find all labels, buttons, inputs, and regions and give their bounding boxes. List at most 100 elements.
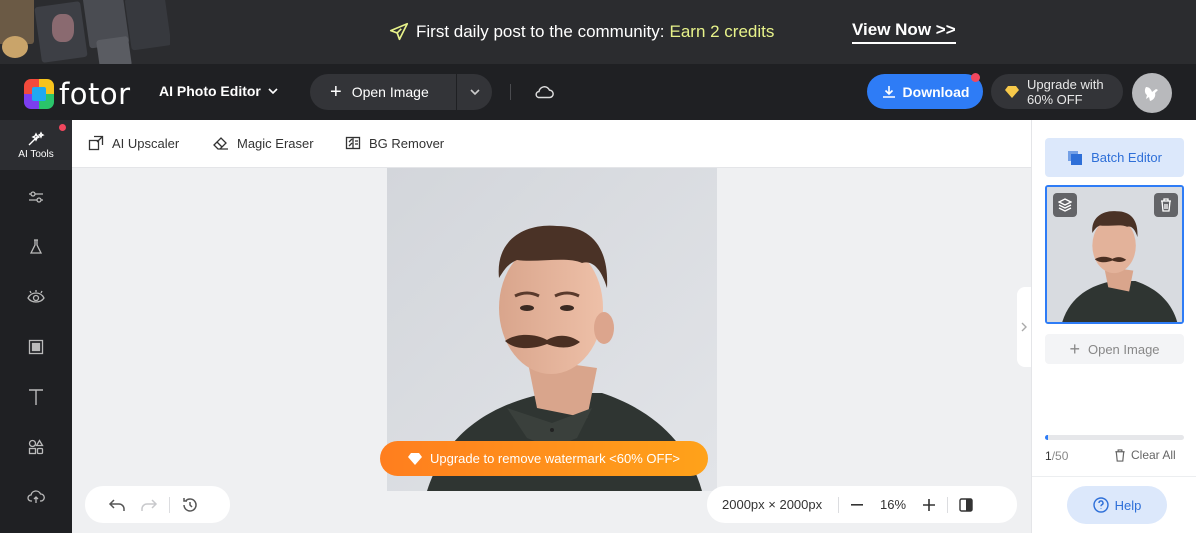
right-panel: Batch Editor + Open Image 1/50 Clear All bbox=[1031, 120, 1196, 533]
cloud-upload-icon bbox=[27, 490, 45, 503]
tool-label: BG Remover bbox=[369, 135, 445, 151]
fotor-logo-mark bbox=[24, 79, 54, 109]
cloud-icon[interactable] bbox=[533, 82, 555, 102]
batch-editor-label: Batch Editor bbox=[1091, 150, 1162, 165]
batch-progress-fill bbox=[1045, 435, 1048, 440]
editor-mode-dropdown[interactable]: AI Photo Editor bbox=[159, 83, 279, 99]
download-label: Download bbox=[902, 83, 970, 100]
chevron-right-icon bbox=[1021, 322, 1027, 332]
banner-highlight: Earn 2 credits bbox=[669, 22, 775, 41]
sidebar-item-beauty[interactable] bbox=[0, 222, 72, 272]
upgrade-label-line2: 60% OFF bbox=[1027, 91, 1083, 107]
banner-message: First daily post to the community: Earn … bbox=[388, 20, 774, 44]
clear-all-label: Clear All bbox=[1131, 448, 1176, 462]
bird-avatar-icon bbox=[1144, 87, 1158, 101]
help-icon bbox=[1092, 497, 1109, 513]
zoom-out-button[interactable] bbox=[839, 503, 875, 506]
top-navigation: fotor AI Photo Editor + Open Image Downl… bbox=[0, 64, 1196, 120]
image-count-total: /50 bbox=[1051, 449, 1069, 463]
user-avatar[interactable] bbox=[1132, 73, 1172, 113]
logo-text: fotor bbox=[59, 77, 131, 111]
compare-icon bbox=[959, 497, 973, 512]
view-now-link[interactable]: View Now >> bbox=[852, 20, 956, 44]
remove-watermark-button[interactable]: Upgrade to remove watermark <60% OFF> bbox=[380, 441, 708, 476]
batch-icon bbox=[1068, 150, 1083, 165]
trash-icon bbox=[1115, 448, 1125, 462]
plus-icon: + bbox=[1069, 338, 1080, 359]
layers-button[interactable] bbox=[1053, 193, 1077, 217]
banner-thumbnail-collage bbox=[0, 0, 170, 64]
trash-icon bbox=[1161, 198, 1171, 212]
sidebar-item-elements[interactable] bbox=[0, 422, 72, 472]
notification-dot bbox=[59, 124, 66, 131]
compare-button[interactable] bbox=[948, 497, 984, 512]
watermark-cta-label: Upgrade to remove watermark <60% OFF> bbox=[430, 451, 680, 466]
sidebar-item-label: AI Tools bbox=[18, 148, 54, 160]
help-button[interactable]: Help bbox=[1067, 486, 1167, 524]
elements-icon bbox=[28, 439, 44, 455]
batch-editor-button[interactable]: Batch Editor bbox=[1045, 138, 1184, 177]
chevron-down-icon bbox=[469, 89, 480, 96]
history-button[interactable] bbox=[174, 496, 206, 514]
left-sidebar: AI Tools bbox=[0, 120, 72, 533]
undo-icon bbox=[108, 498, 125, 511]
divider bbox=[169, 496, 170, 513]
plus-icon: + bbox=[330, 80, 342, 103]
upgrade-label-line1: Upgrade with bbox=[1027, 76, 1104, 92]
upgrade-label: Upgrade with 60% OFF bbox=[1027, 77, 1104, 107]
ai-toolbar: AI Upscaler Magic Eraser BG Remover bbox=[72, 120, 1031, 168]
zoom-controls: 2000px × 2000px 16% bbox=[707, 486, 1017, 523]
tool-label: AI Upscaler bbox=[112, 135, 180, 151]
banner-text: First daily post to the community: bbox=[416, 22, 665, 41]
add-image-button[interactable]: + Open Image bbox=[1045, 334, 1184, 364]
sidebar-item-text[interactable] bbox=[0, 372, 72, 422]
adjust-sliders-icon bbox=[29, 191, 43, 203]
download-icon bbox=[882, 85, 895, 98]
open-image-button[interactable]: + Open Image bbox=[310, 74, 456, 110]
download-button[interactable]: Download bbox=[867, 74, 983, 109]
zoom-in-button[interactable] bbox=[911, 498, 947, 511]
upscale-icon bbox=[88, 135, 104, 151]
eraser-icon bbox=[213, 137, 228, 150]
ai-tools-icon bbox=[28, 130, 45, 145]
bg-remover-icon bbox=[345, 136, 361, 150]
divider bbox=[1032, 476, 1196, 477]
magic-eraser-button[interactable]: Magic Eraser bbox=[212, 135, 314, 151]
layers-icon bbox=[1058, 198, 1072, 212]
history-controls bbox=[85, 486, 230, 523]
ai-upscaler-button[interactable]: AI Upscaler bbox=[88, 135, 179, 151]
chevron-down-icon bbox=[268, 88, 278, 95]
batch-progress-bar bbox=[1045, 435, 1184, 440]
bg-remover-button[interactable]: BG Remover bbox=[345, 135, 444, 151]
sidebar-item-upload[interactable] bbox=[0, 472, 72, 522]
delete-thumbnail-button[interactable] bbox=[1154, 193, 1178, 217]
image-dimensions: 2000px × 2000px bbox=[722, 497, 823, 512]
paper-plane-icon bbox=[389, 22, 409, 41]
plus-icon bbox=[923, 498, 935, 511]
image-thumbnail[interactable] bbox=[1045, 185, 1184, 324]
frame-icon bbox=[28, 339, 44, 355]
text-icon bbox=[29, 389, 43, 405]
add-image-label: Open Image bbox=[1087, 341, 1160, 357]
upgrade-button[interactable]: Upgrade with 60% OFF bbox=[991, 74, 1123, 109]
redo-button[interactable] bbox=[133, 497, 165, 513]
notification-dot bbox=[971, 73, 980, 82]
collapse-right-panel-button[interactable] bbox=[1017, 287, 1031, 367]
beauty-flask-icon bbox=[29, 239, 43, 254]
sidebar-item-eye[interactable] bbox=[0, 272, 72, 322]
history-clock-icon bbox=[183, 497, 197, 512]
promo-banner: First daily post to the community: Earn … bbox=[0, 0, 1196, 64]
sidebar-item-adjust[interactable] bbox=[0, 172, 72, 222]
clear-all-button[interactable]: Clear All bbox=[1114, 448, 1176, 462]
diamond-icon bbox=[1005, 85, 1019, 98]
open-image-label: Open Image bbox=[351, 84, 429, 100]
undo-button[interactable] bbox=[101, 497, 133, 513]
open-image-group: + Open Image bbox=[310, 74, 492, 110]
zoom-level: 16% bbox=[879, 497, 907, 512]
open-image-dropdown[interactable] bbox=[457, 74, 492, 110]
divider bbox=[510, 84, 511, 100]
editor-mode-label: AI Photo Editor bbox=[159, 83, 261, 99]
redo-icon bbox=[141, 498, 158, 511]
sidebar-item-frame[interactable] bbox=[0, 322, 72, 372]
fotor-logo[interactable]: fotor bbox=[24, 77, 131, 111]
